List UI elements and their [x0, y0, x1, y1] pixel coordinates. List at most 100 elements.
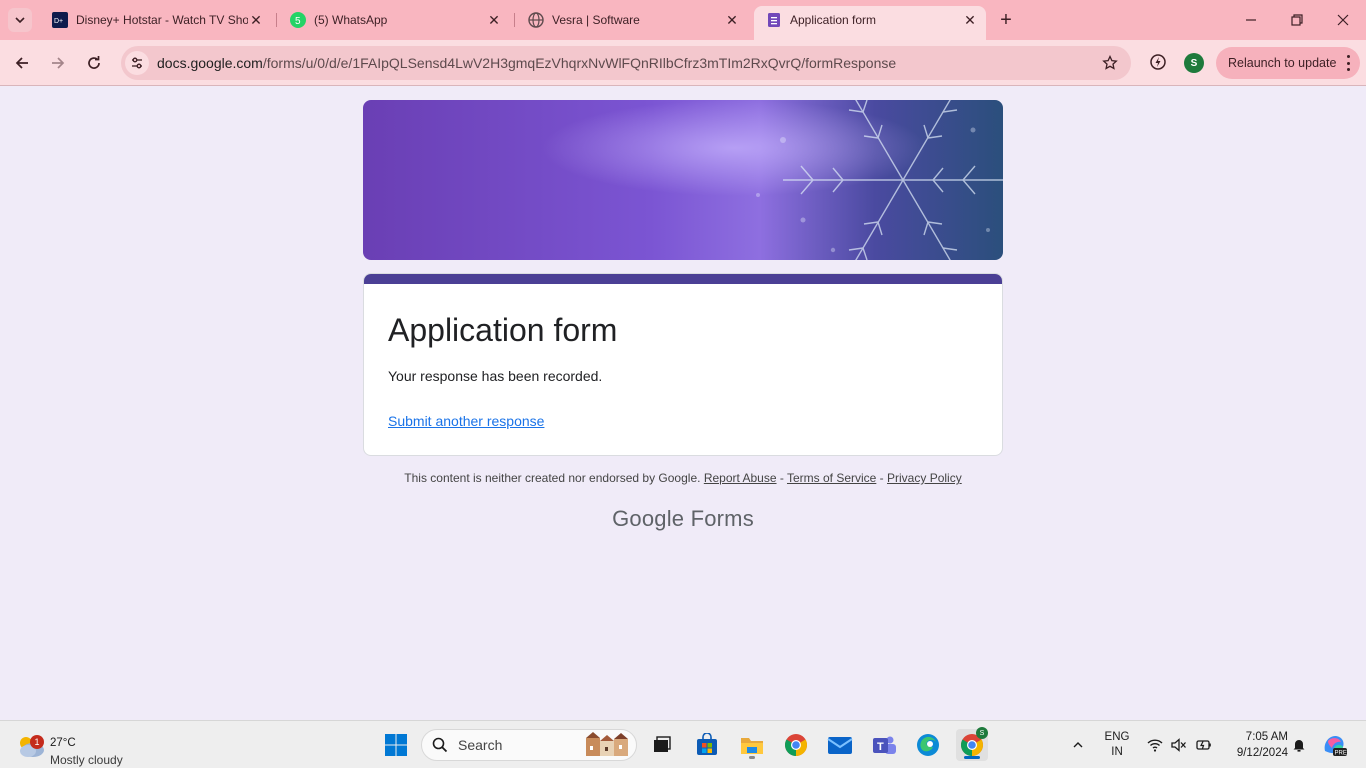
running-indicator: [749, 756, 755, 759]
url-host: docs.google.com: [157, 55, 263, 71]
arrow-left-icon: [15, 57, 28, 69]
footer-note-text: This content is neither created nor endo…: [404, 471, 701, 485]
weather-notification-badge: 1: [30, 735, 44, 749]
task-view-button[interactable]: [646, 729, 678, 761]
region-code: IN: [1111, 746, 1123, 758]
weather-temperature: 27°C: [50, 737, 76, 749]
url-text: docs.google.com/forms/u/0/d/e/1FAIpQLSen…: [157, 55, 896, 71]
svg-text:PRE: PRE: [1335, 751, 1347, 757]
clock-time: 7:05 AM: [1245, 731, 1288, 743]
reload-icon: [88, 56, 100, 69]
whatsapp-icon: 5: [290, 12, 306, 28]
site-settings-icon[interactable]: [125, 51, 149, 75]
microsoft-store-icon: [697, 733, 717, 755]
chrome-taskbar-button[interactable]: [780, 729, 812, 761]
form-title: Application form: [388, 312, 618, 348]
more-menu-icon[interactable]: [1346, 55, 1350, 71]
new-tab-button[interactable]: +: [994, 8, 1018, 32]
tab-application-form[interactable]: Application form ✕: [754, 6, 986, 40]
back-button[interactable]: [8, 49, 36, 77]
browser-toolbar: docs.google.com/forms/u/0/d/e/1FAIpQLSen…: [0, 40, 1366, 86]
address-bar[interactable]: docs.google.com/forms/u/0/d/e/1FAIpQLSen…: [121, 46, 1131, 80]
response-recorded-message: Your response has been recorded.: [388, 368, 603, 384]
chrome-profile-taskbar-button[interactable]: S: [956, 727, 988, 761]
teams-button[interactable]: T: [868, 729, 900, 761]
show-hidden-icons-button[interactable]: [1066, 721, 1090, 768]
close-icon[interactable]: ✕: [486, 12, 502, 28]
task-view-icon: [654, 736, 671, 752]
hotstar-icon: D+: [52, 12, 68, 28]
forward-button[interactable]: [44, 49, 72, 77]
tab-whatsapp[interactable]: 5 (5) WhatsApp ✕: [278, 6, 510, 34]
relaunch-button[interactable]: Relaunch to update: [1216, 47, 1360, 79]
google-wordmark: Google: [612, 506, 685, 531]
chevron-up-icon: [1073, 742, 1083, 748]
tab-separator: [514, 13, 515, 27]
report-abuse-link[interactable]: Report Abuse: [704, 471, 777, 485]
close-icon: [1337, 14, 1349, 26]
url-path: /forms/u/0/d/e/1FAIpQLSensd4LwV2H3gmqEzV…: [262, 55, 897, 71]
submit-another-response-link[interactable]: Submit another response: [388, 413, 544, 429]
search-icon: [432, 737, 448, 753]
teams-icon: T: [873, 736, 896, 754]
tab-title: Disney+ Hotstar - Watch TV Shows: [76, 13, 248, 27]
weather-widget[interactable]: 1 27°C Mostly cloudy: [16, 729, 166, 767]
terms-of-service-link[interactable]: Terms of Service: [787, 471, 876, 485]
chrome-icon: [785, 734, 807, 756]
performance-icon[interactable]: [1146, 50, 1170, 74]
start-button[interactable]: [380, 729, 412, 761]
folder-icon: [741, 738, 763, 754]
google-forms-icon: [766, 12, 782, 28]
relaunch-label: Relaunch to update: [1228, 56, 1337, 70]
privacy-policy-link[interactable]: Privacy Policy: [887, 471, 962, 485]
chrome-profile-badge: S: [976, 727, 988, 739]
edge-icon: [917, 734, 939, 756]
profile-avatar[interactable]: S: [1184, 53, 1204, 73]
tab-strip: D+ Disney+ Hotstar - Watch TV Shows ✕ 5 …: [0, 0, 1366, 40]
card-accent-bar: [364, 274, 1002, 284]
taskbar-search-box[interactable]: Search: [421, 729, 637, 761]
close-window-button[interactable]: [1320, 0, 1366, 40]
tab-title: Application form: [790, 13, 877, 27]
chevron-down-icon: [15, 17, 25, 24]
forms-wordmark: Forms: [690, 506, 754, 531]
restore-button[interactable]: [1274, 0, 1320, 40]
svg-text:D+: D+: [54, 18, 63, 25]
google-forms-logo[interactable]: Google Forms: [0, 506, 1366, 532]
copilot-button[interactable]: PRE: [1318, 721, 1350, 768]
close-icon[interactable]: ✕: [248, 12, 264, 28]
mail-button[interactable]: [824, 729, 856, 761]
close-icon[interactable]: ✕: [962, 12, 978, 28]
tab-separator: [276, 13, 277, 27]
edge-button[interactable]: [912, 729, 944, 761]
search-highlight-image: [586, 732, 628, 756]
svg-text:T: T: [877, 741, 884, 753]
copilot-icon: PRE: [1324, 736, 1347, 757]
bookmark-star-icon[interactable]: [1101, 54, 1119, 72]
file-explorer-button[interactable]: [736, 729, 768, 761]
microsoft-store-button[interactable]: [691, 729, 723, 761]
form-response-card: Application form Your response has been …: [363, 273, 1003, 456]
close-icon[interactable]: ✕: [724, 12, 740, 28]
reload-button[interactable]: [80, 49, 108, 77]
notification-bell-icon[interactable]: [1290, 721, 1308, 768]
tab-search-button[interactable]: [8, 8, 32, 32]
language-indicator[interactable]: ENG IN: [1100, 721, 1134, 768]
system-clock[interactable]: 7:05 AM 9/12/2024: [1222, 721, 1288, 768]
tab-vesra[interactable]: Vesra | Software ✕: [516, 6, 748, 34]
windows-logo-icon: [385, 734, 407, 756]
tab-title: (5) WhatsApp: [314, 13, 388, 27]
speaker-muted-icon[interactable]: [1168, 721, 1190, 768]
wifi-icon[interactable]: [1144, 721, 1166, 768]
battery-icon[interactable]: [1192, 721, 1214, 768]
active-indicator: [964, 756, 980, 759]
svg-text:5: 5: [295, 16, 301, 27]
search-label: Search: [458, 737, 503, 753]
tab-title: Vesra | Software: [552, 13, 640, 27]
footer-separator: -: [876, 471, 888, 485]
minimize-button[interactable]: [1228, 0, 1274, 40]
tab-hotstar[interactable]: D+ Disney+ Hotstar - Watch TV Shows ✕: [40, 6, 272, 34]
footer-separator: -: [776, 471, 787, 485]
minimize-icon: [1246, 19, 1256, 21]
form-header-image: [363, 100, 1003, 260]
